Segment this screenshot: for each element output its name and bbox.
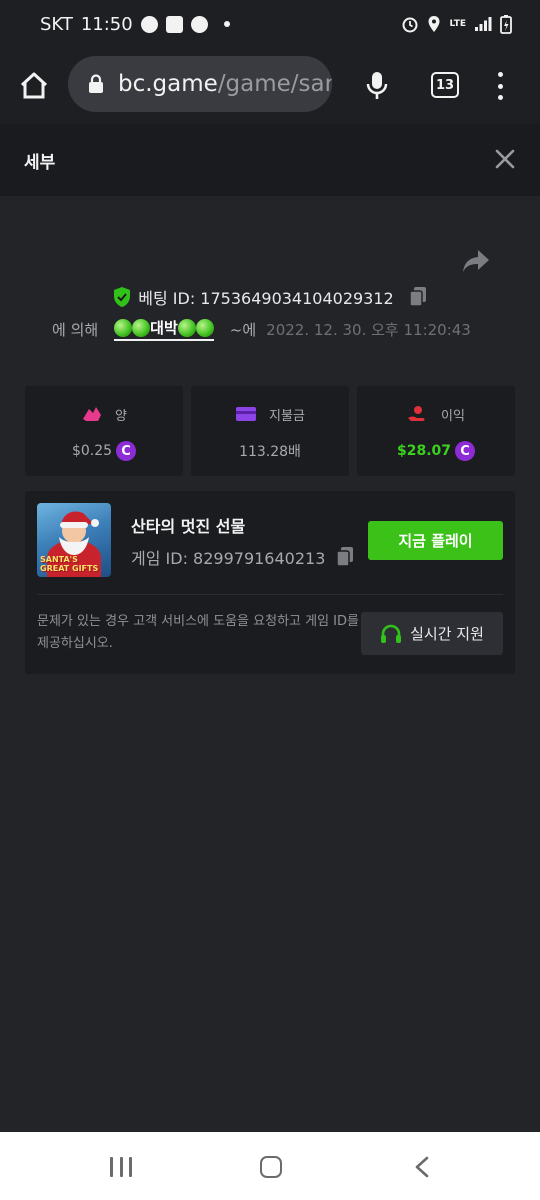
divider <box>37 594 503 595</box>
gallery-notification-icon <box>165 15 183 33</box>
play-now-button[interactable]: 지금 플레이 <box>368 521 503 560</box>
stat-value: 113.28배 <box>239 444 301 460</box>
profit-hand-icon <box>408 406 425 421</box>
stat-title: 지불금 <box>269 408 305 424</box>
address-bar[interactable]: bc.game/game/santa <box>68 56 332 112</box>
menu-dot-icon <box>497 83 503 89</box>
alarm-icon <box>402 17 418 33</box>
coin-icon: C <box>455 441 476 461</box>
talk-notification-icon <box>140 15 158 33</box>
url-host: bc.game <box>118 71 218 97</box>
green-ball-icon <box>177 318 196 337</box>
modal-title: 세부 <box>24 152 56 173</box>
menu-dot-icon <box>497 95 503 100</box>
stat-card-payout: 지불금 113.28배 <box>191 386 349 476</box>
payout-card-icon <box>236 407 257 421</box>
browser-toolbar: bc.game/game/santa 13 <box>0 48 540 124</box>
coin-icon: C <box>116 441 137 461</box>
stat-title: 양 <box>115 408 127 424</box>
battery-icon <box>500 15 512 34</box>
recents-bar-icon <box>110 1157 113 1177</box>
game-thumbnail[interactable]: SANTA'S GREAT GIFTS <box>37 503 111 577</box>
share-icon[interactable] <box>461 248 491 274</box>
verified-shield-icon <box>114 287 131 307</box>
menu-dot-icon <box>497 72 503 77</box>
game-thumbnail-title: SANTA'S GREAT GIFTS <box>40 555 99 573</box>
microphone-icon <box>366 72 388 99</box>
network-type-label: LTE <box>449 18 466 29</box>
bettor-user-link[interactable]: 대박 <box>114 317 214 341</box>
location-icon <box>428 16 440 32</box>
stat-card-amount: 양 $0.25 C <box>25 386 183 476</box>
game-id-row: 게임 ID: 8299791640213 <box>131 545 355 569</box>
status-bar: SKT 11:50 LTE <box>0 0 540 48</box>
bet-id-label: 베팅 ID: 1753649034104029312 <box>138 289 394 308</box>
game-id-label: 게임 ID: 8299791640213 <box>131 549 326 568</box>
voice-search-button[interactable] <box>362 66 392 106</box>
live-support-button[interactable]: 실시간 지원 <box>361 612 503 655</box>
bet-stats: 양 $0.25 C 지불금 113.28배 이익 $28.07 C <box>25 386 515 476</box>
system-home-button[interactable] <box>260 1156 282 1178</box>
carrier-label: SKT <box>40 13 73 35</box>
stat-value: $0.25 <box>71 443 113 459</box>
game-card: SANTA'S GREAT GIFTS 산타의 멋진 선물 게임 ID: 829… <box>25 491 515 674</box>
at-label: ~에 <box>229 320 257 339</box>
home-button[interactable] <box>14 66 54 106</box>
url-path: /game/santa <box>217 71 332 97</box>
bettor-name: 대박 <box>150 319 178 337</box>
bet-datetime: 2022. 12. 30. 오후 11:20:43 <box>266 320 471 339</box>
status-left: SKT 11:50 <box>40 14 230 35</box>
recents-bar-icon <box>129 1157 132 1177</box>
stat-value: $28.07 <box>396 443 452 459</box>
more-notifications-icon <box>223 21 230 27</box>
recents-bar-icon <box>119 1157 123 1177</box>
system-nav-bar <box>0 1132 540 1200</box>
game-title: 산타의 멋진 선물 <box>131 517 246 536</box>
help-text: 문제가 있는 경우 고객 서비스에 도움을 요청하고 게임 ID를 제공하십시오… <box>37 614 359 651</box>
home-icon <box>20 72 48 99</box>
modal-header: 세부 <box>0 124 540 196</box>
close-icon[interactable] <box>494 148 516 170</box>
tab-switcher-button[interactable]: 13 <box>431 72 459 98</box>
copy-game-id-icon[interactable] <box>335 546 355 568</box>
bet-amount-icon <box>83 407 102 421</box>
bettor-row: 에 의해 대박 ~에 2022. 12. 30. 오후 11:20:43 <box>52 316 471 342</box>
by-label: 에 의해 <box>52 320 99 339</box>
status-right: LTE <box>401 14 512 34</box>
recent-apps-button[interactable] <box>110 1157 132 1177</box>
browser-menu-button[interactable] <box>490 68 510 104</box>
headset-icon <box>381 624 402 643</box>
stat-card-profit: 이익 $28.07 C <box>357 386 515 476</box>
bet-id-row: 베팅 ID: 1753649034104029312 <box>0 284 540 310</box>
copy-bet-id-icon[interactable] <box>408 286 428 308</box>
s-notification-icon <box>190 15 208 33</box>
lock-icon <box>89 74 103 93</box>
stat-title: 이익 <box>441 408 465 424</box>
clock-label: 11:50 <box>80 13 133 35</box>
live-support-label: 실시간 지원 <box>410 625 484 643</box>
green-ball-icon <box>195 318 214 337</box>
signal-icon <box>475 17 492 31</box>
green-ball-icon <box>114 318 133 337</box>
back-icon[interactable] <box>414 1156 430 1178</box>
green-ball-icon <box>132 318 151 337</box>
